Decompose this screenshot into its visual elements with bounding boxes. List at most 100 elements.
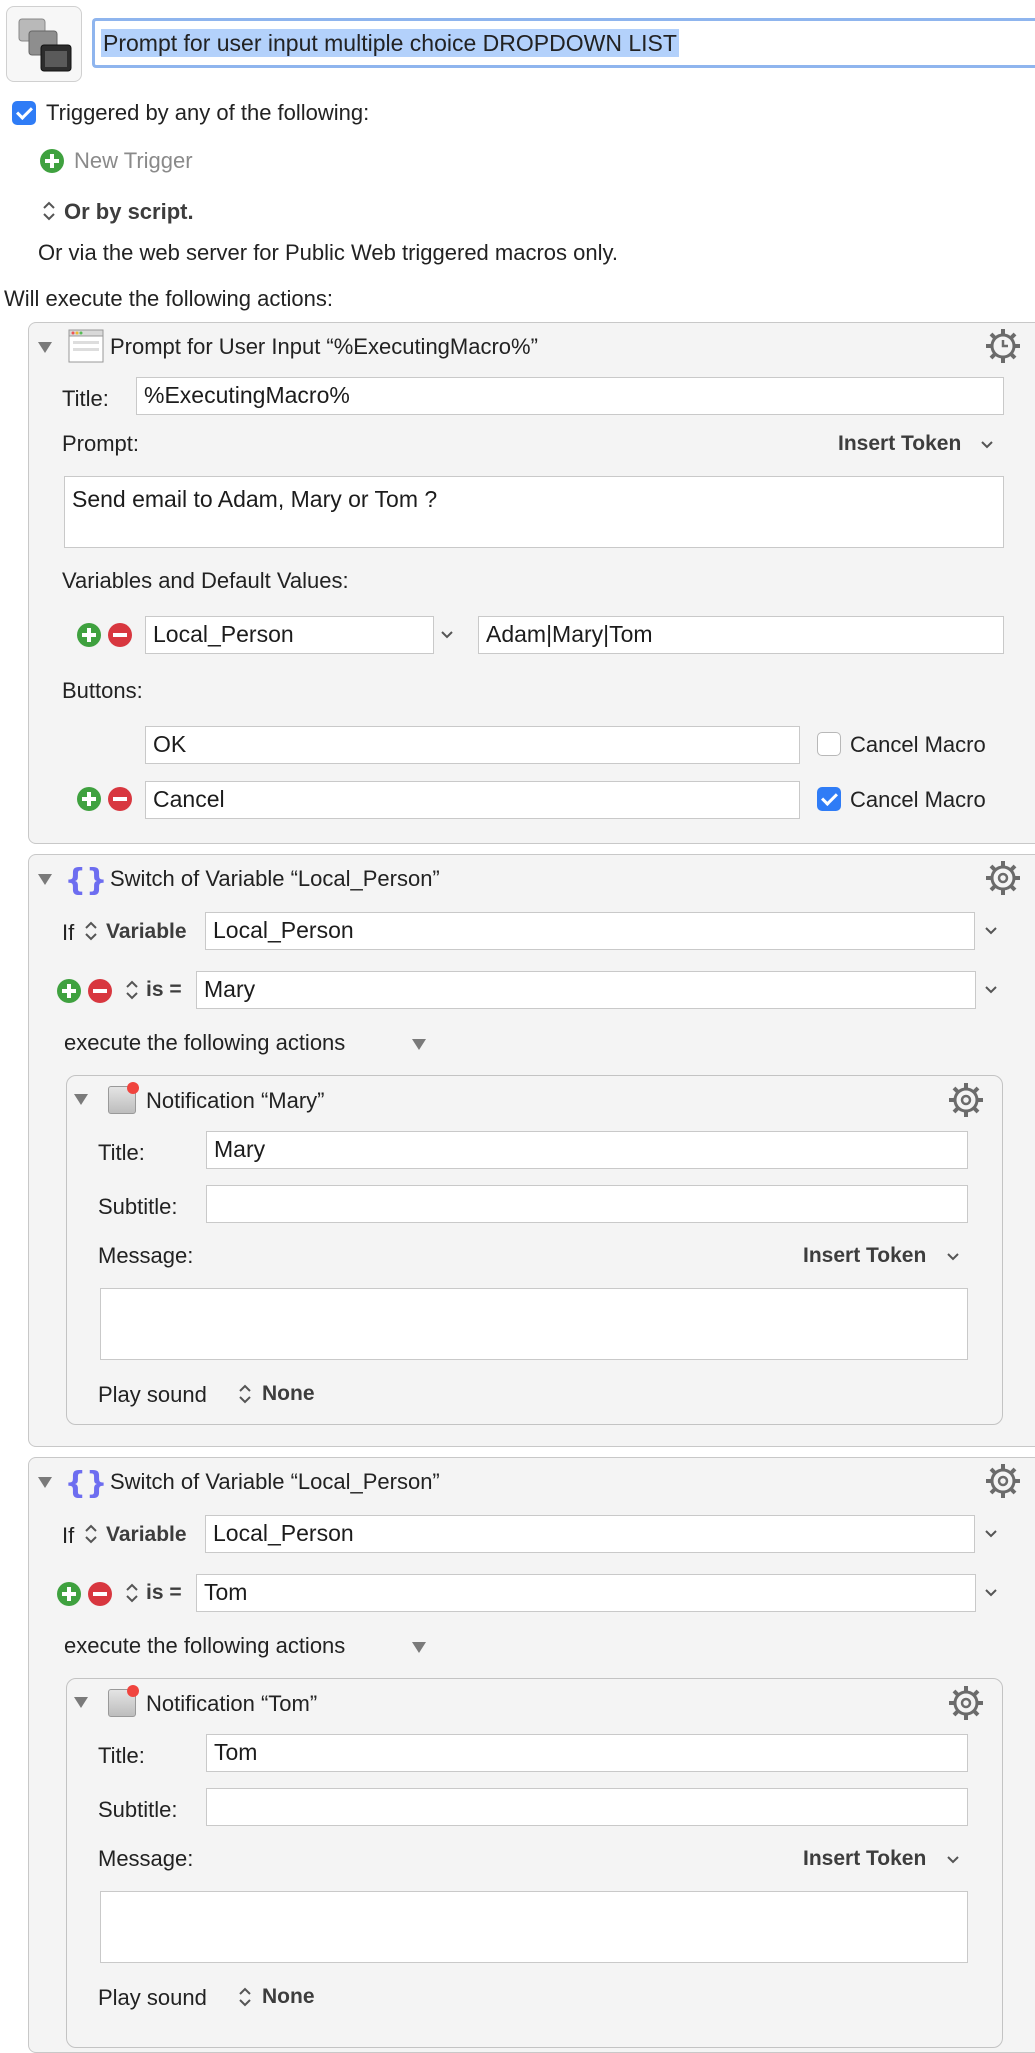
variable-name-input[interactable]: Local_Person <box>145 616 434 654</box>
notification-subtitle-label: Subtitle: <box>98 1797 178 1822</box>
button-cancel-input[interactable]: Cancel <box>145 781 800 819</box>
add-case-button[interactable] <box>57 1582 81 1606</box>
notification-title-label: Title: <box>98 1140 145 1165</box>
updown-chevron-icon <box>126 980 138 1000</box>
remove-case-button[interactable] <box>88 1582 112 1606</box>
add-variable-button[interactable] <box>77 623 101 647</box>
execute-label: execute the following actions <box>64 1030 346 1055</box>
switch-variable-input[interactable]: Local_Person <box>205 912 975 950</box>
gear-icon[interactable] <box>984 1462 1022 1500</box>
triggered-label: Triggered by any of the following: <box>46 100 370 125</box>
cancel-macro-label-ok: Cancel Macro <box>850 732 986 757</box>
sound-selector[interactable]: None <box>262 1382 315 1406</box>
condition-selector[interactable]: is = <box>146 978 182 1002</box>
insert-token-button[interactable]: Insert Token <box>838 432 961 456</box>
remove-button-button[interactable] <box>108 787 132 811</box>
braces-icon: {} <box>68 1466 104 1501</box>
svg-text:{}: {} <box>68 1466 104 1501</box>
notification-message-label: Message: <box>98 1846 194 1871</box>
add-case-button[interactable] <box>57 979 81 1003</box>
or-by-script-button[interactable]: Or by script. <box>64 199 194 225</box>
case-value-input[interactable]: Mary <box>196 971 976 1009</box>
macro-name-text: Prompt for user input multiple choice DR… <box>101 29 679 57</box>
prompt-text-area[interactable]: Send email to Adam, Mary or Tom ? <box>64 476 1004 548</box>
title-input[interactable]: %ExecutingMacro% <box>136 377 1004 415</box>
cancel-macro-checkbox-ok[interactable] <box>817 732 841 756</box>
gear-icon[interactable] <box>947 1081 985 1119</box>
notification-title: Notification “Tom” <box>146 1691 318 1716</box>
collapse-triangle-icon[interactable] <box>38 342 52 353</box>
notification-subtitle-input[interactable] <box>206 1185 968 1223</box>
notification-message-label: Message: <box>98 1243 194 1268</box>
variable-default-input[interactable]: Adam|Mary|Tom <box>478 616 1004 654</box>
case-dropdown-chevron-icon[interactable] <box>984 985 998 995</box>
will-execute-label: Will execute the following actions: <box>4 286 333 311</box>
updown-chevron-icon <box>239 1987 251 2007</box>
execute-triangle-icon[interactable] <box>412 1642 426 1653</box>
chevron-down-icon <box>981 441 993 449</box>
notification-message-area[interactable] <box>100 1891 968 1963</box>
execute-triangle-icon[interactable] <box>412 1039 426 1050</box>
chevron-down-icon <box>947 1856 959 1864</box>
web-server-note: Or via the web server for Public Web tri… <box>38 240 618 265</box>
case-dropdown-chevron-icon[interactable] <box>984 1588 998 1598</box>
add-button-button[interactable] <box>77 787 101 811</box>
play-sound-label: Play sound <box>98 1382 207 1407</box>
insert-token-button[interactable]: Insert Token <box>803 1244 926 1268</box>
title-label: Title: <box>62 386 109 411</box>
new-trigger-add-icon[interactable] <box>40 149 64 173</box>
collapse-triangle-icon[interactable] <box>38 874 52 885</box>
chevron-down-icon <box>947 1253 959 1261</box>
svg-text:{}: {} <box>68 863 104 898</box>
insert-token-button[interactable]: Insert Token <box>803 1847 926 1871</box>
remove-case-button[interactable] <box>88 979 112 1003</box>
cancel-macro-checkbox-cancel[interactable] <box>817 787 841 811</box>
gear-icon[interactable] <box>984 859 1022 897</box>
prompt-window-icon <box>68 329 104 363</box>
variables-label: Variables and Default Values: <box>62 568 349 593</box>
gear-clock-icon[interactable] <box>984 327 1022 365</box>
variable-dropdown-chevron-icon[interactable] <box>984 1529 998 1539</box>
updown-chevron-icon <box>85 921 97 941</box>
notification-badge <box>127 1685 139 1697</box>
execute-label: execute the following actions <box>64 1633 346 1658</box>
condition-selector[interactable]: is = <box>146 1581 182 1605</box>
if-label: If <box>62 920 75 945</box>
switch-title: Switch of Variable “Local_Person” <box>110 866 440 891</box>
switch-variable-input[interactable]: Local_Person <box>205 1515 975 1553</box>
notification-title-input[interactable]: Tom <box>206 1734 968 1772</box>
variable-mode-selector[interactable]: Variable <box>106 1523 187 1547</box>
notification-badge <box>127 1082 139 1094</box>
button-ok-input[interactable]: OK <box>145 726 800 764</box>
variable-dropdown-chevron-icon[interactable] <box>440 630 454 640</box>
variable-mode-selector[interactable]: Variable <box>106 920 187 944</box>
new-trigger-button[interactable]: New Trigger <box>74 148 193 174</box>
gear-icon[interactable] <box>947 1684 985 1722</box>
macro-name-field[interactable]: Prompt for user input multiple choice DR… <box>92 18 1035 68</box>
collapse-triangle-icon[interactable] <box>38 1477 52 1488</box>
updown-chevron-icon <box>239 1384 251 1404</box>
sound-selector[interactable]: None <box>262 1985 315 2009</box>
case-value-input[interactable]: Tom <box>196 1574 976 1612</box>
variable-dropdown-chevron-icon[interactable] <box>984 926 998 936</box>
notification-title: Notification “Mary” <box>146 1088 325 1113</box>
collapse-triangle-icon[interactable] <box>74 1697 88 1708</box>
buttons-label: Buttons: <box>62 678 143 703</box>
macro-icon[interactable] <box>6 6 82 82</box>
notification-title-input[interactable]: Mary <box>206 1131 968 1169</box>
if-label: If <box>62 1523 75 1548</box>
updown-chevron-icon <box>126 1583 138 1603</box>
remove-variable-button[interactable] <box>108 623 132 647</box>
triggered-checkbox[interactable] <box>12 101 36 125</box>
notification-subtitle-label: Subtitle: <box>98 1194 178 1219</box>
collapse-triangle-icon[interactable] <box>74 1094 88 1105</box>
prompt-label: Prompt: <box>62 431 140 456</box>
play-sound-label: Play sound <box>98 1985 207 2010</box>
updown-chevron-icon <box>43 201 55 221</box>
cancel-macro-label-cancel: Cancel Macro <box>850 787 986 812</box>
notification-message-area[interactable] <box>100 1288 968 1360</box>
switch-title: Switch of Variable “Local_Person” <box>110 1469 440 1494</box>
notification-subtitle-input[interactable] <box>206 1788 968 1826</box>
stacked-windows-icon <box>18 18 72 72</box>
notification-title-label: Title: <box>98 1743 145 1768</box>
